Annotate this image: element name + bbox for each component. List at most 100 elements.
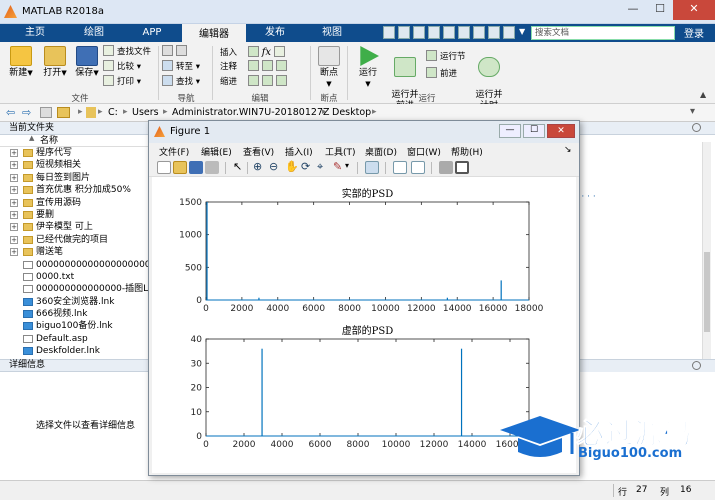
print-button[interactable]: 打印 ▾ [103, 75, 159, 90]
breadcrumb-drive[interactable]: C: [108, 107, 118, 118]
tab-apps[interactable]: APP [124, 24, 180, 42]
zoom-in-icon[interactable]: ⊕ [253, 160, 262, 173]
panel-actions-icon-2[interactable] [692, 361, 701, 370]
save-quick-icon[interactable] [383, 26, 395, 39]
file-row[interactable]: 666视频.lnk [0, 308, 150, 320]
folder-row[interactable]: + 宣传用源码 [0, 197, 150, 209]
insert-colorbar-icon[interactable] [393, 161, 407, 174]
folder-row[interactable]: + 每日签到图片 [0, 172, 150, 184]
new-button[interactable]: 新建▼ [6, 46, 36, 79]
folder-row[interactable]: + 赠送笔 [0, 246, 150, 258]
folder-row[interactable]: + 伊辛模型 可上 [0, 221, 150, 233]
back-arrow-icon[interactable]: ⇦ [6, 106, 15, 119]
hide-plot-tools-icon[interactable] [439, 161, 453, 174]
zoom-out-icon[interactable]: ⊖ [269, 160, 278, 173]
expand-plus-icon[interactable]: + [10, 210, 18, 219]
close-button[interactable]: ✕ [673, 0, 715, 20]
expand-plus-icon[interactable]: + [10, 161, 18, 170]
save-button[interactable]: 保存▼ [72, 46, 102, 79]
search-documentation-input[interactable]: 搜索文档 [531, 26, 675, 40]
brush-dropdown-icon[interactable]: ▾ [345, 161, 349, 170]
tab-home[interactable]: 主页 [6, 24, 64, 42]
quick-access-dropdown-icon[interactable]: ▼ [519, 27, 525, 36]
breadcrumb-users[interactable]: Users [132, 107, 159, 118]
file-row[interactable]: biguo100备份.lnk [0, 320, 150, 332]
folder-row[interactable]: + 短视频相关 [0, 159, 150, 171]
figure-close-button[interactable]: ✕ [547, 124, 575, 138]
pan-hand-icon[interactable]: ✋ [285, 160, 299, 173]
scrollbar-thumb[interactable] [704, 252, 710, 332]
open-button[interactable]: 打开▼ [40, 46, 70, 79]
figure-menu-help[interactable]: 帮助(H) [451, 145, 483, 158]
comment-button[interactable]: 注释 [220, 60, 312, 75]
file-row[interactable]: 0000.txt [0, 271, 150, 283]
minimize-button[interactable]: — [620, 0, 646, 20]
maximize-button[interactable]: ☐ [647, 0, 673, 20]
paste-quick-icon[interactable] [428, 26, 440, 39]
expand-plus-icon[interactable]: + [10, 173, 18, 182]
open-file-icon[interactable] [173, 161, 187, 174]
browse-folder-icon[interactable] [57, 107, 70, 118]
pointer-icon[interactable]: ↖ [233, 160, 242, 173]
file-row[interactable]: Default.asp [0, 333, 150, 345]
file-row[interactable]: Deskfolder.lnk [0, 345, 150, 357]
run-section-button[interactable]: 运行节 [426, 50, 472, 67]
tab-editor[interactable]: 编辑器 [182, 24, 246, 42]
folder-row[interactable]: + 程序代写 [0, 147, 150, 159]
indent-button[interactable]: 缩进 [220, 75, 312, 90]
help-quick-icon[interactable] [488, 26, 500, 39]
vertical-scrollbar[interactable] [702, 142, 711, 362]
compare-button[interactable]: 比较 ▾ [103, 60, 159, 75]
save-figure-icon[interactable] [189, 161, 203, 174]
name-column-header[interactable]: ▲ 名称 [0, 134, 150, 147]
link-plot-icon[interactable] [365, 161, 379, 174]
run-and-time-button[interactable]: 运行并 计时 [472, 46, 506, 112]
back-forward-buttons[interactable] [162, 45, 210, 60]
goto-button[interactable]: 转至 ▾ [162, 60, 210, 75]
figure-menu-edit[interactable]: 编辑(E) [201, 145, 232, 158]
file-row[interactable]: 360安全浏览器.lnk [0, 296, 150, 308]
cut-quick-icon[interactable] [398, 26, 410, 39]
folder-row[interactable]: + 首充优惠 积分加成50% [0, 184, 150, 196]
redo-quick-icon[interactable] [458, 26, 470, 39]
breakpoints-button[interactable]: 断点 ▼ [314, 46, 344, 90]
show-plot-tools-icon[interactable] [455, 161, 469, 174]
fx-icon[interactable]: fx [262, 47, 271, 58]
dock-figure-icon[interactable]: ↘ [564, 145, 572, 155]
tab-publish[interactable]: 发布 [248, 24, 302, 42]
undo-quick-icon[interactable] [443, 26, 455, 39]
figure-menu-tools[interactable]: 工具(T) [325, 145, 356, 158]
figure-menu-desktop[interactable]: 桌面(D) [365, 145, 397, 158]
figure-menu-file[interactable]: 文件(F) [159, 145, 189, 158]
copy-quick-icon[interactable] [413, 26, 425, 39]
expand-plus-icon[interactable]: + [10, 223, 18, 232]
breadcrumb-desktop[interactable]: Desktop [332, 107, 371, 118]
file-row[interactable]: 000000000000000000000... [0, 259, 150, 271]
figure-menu-window[interactable]: 窗口(W) [407, 145, 441, 158]
switch-window-quick-icon[interactable] [473, 26, 485, 39]
file-row[interactable]: 000000000000000-插图L... [0, 283, 150, 295]
up-folder-icon[interactable] [40, 107, 52, 118]
folder-row[interactable]: + 已经代做完的项目 [0, 234, 150, 246]
figure-menu-insert[interactable]: 插入(I) [285, 145, 313, 158]
expand-plus-icon[interactable]: + [10, 186, 18, 195]
expand-plus-icon[interactable]: + [10, 248, 18, 257]
panel-actions-icon[interactable] [692, 123, 701, 132]
breadcrumb-user[interactable]: Administrator.WIN7U-20180127Z [172, 107, 330, 118]
brush-icon[interactable]: ✎ [333, 160, 342, 173]
folder-row[interactable]: + 要删 [0, 209, 150, 221]
figure-maximize-button[interactable]: ☐ [523, 124, 545, 138]
expand-plus-icon[interactable]: + [10, 235, 18, 244]
tab-plots[interactable]: 绘图 [66, 24, 122, 42]
help-quick-icon-2[interactable] [503, 26, 515, 39]
new-figure-icon[interactable] [157, 161, 171, 174]
find-button[interactable]: 查找 ▾ [162, 75, 210, 90]
figure-menu-view[interactable]: 查看(V) [243, 145, 274, 158]
login-link[interactable]: 登录 [684, 25, 704, 40]
advance-button[interactable]: 前进 [426, 67, 472, 84]
tab-view[interactable]: 视图 [304, 24, 360, 42]
collapse-ribbon-icon[interactable]: ▲ [700, 90, 706, 99]
data-cursor-icon[interactable]: ⌖ [317, 160, 323, 174]
insert-legend-icon[interactable] [411, 161, 425, 174]
rotate-3d-icon[interactable]: ⟳ [301, 160, 310, 173]
